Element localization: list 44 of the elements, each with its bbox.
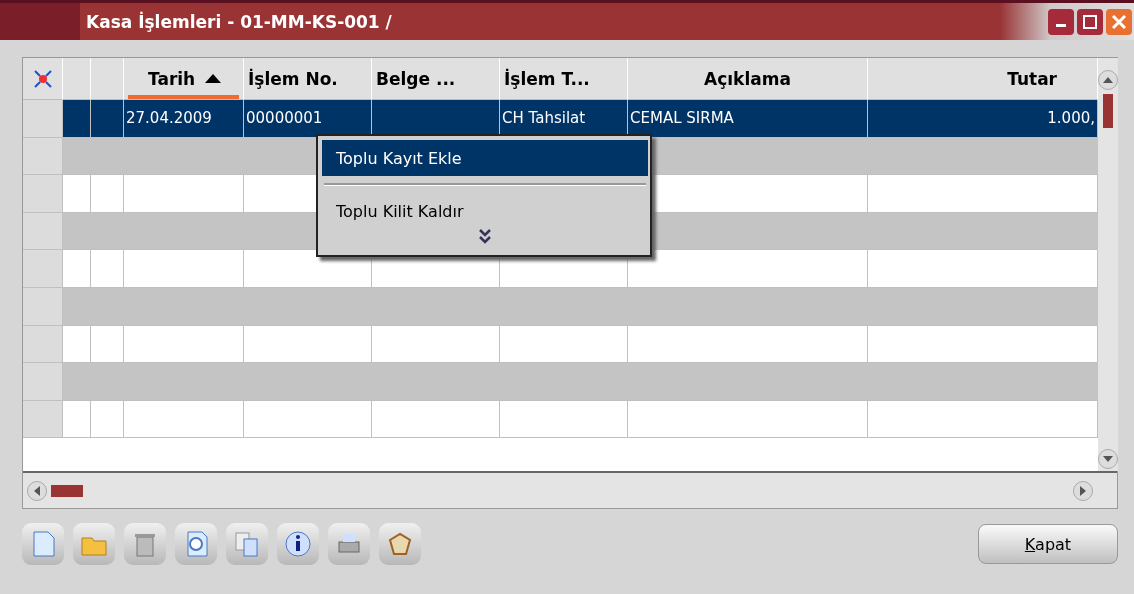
table-cell xyxy=(91,400,124,439)
row-header xyxy=(23,250,63,288)
maximize-icon xyxy=(1083,14,1097,29)
info-icon[interactable] xyxy=(277,523,319,565)
row-header xyxy=(23,400,63,439)
column-header[interactable]: İşlem No. xyxy=(244,58,372,100)
column-header[interactable]: Tarih xyxy=(124,58,244,100)
down-arrow-icon xyxy=(1103,456,1113,462)
scroll-right-button[interactable] xyxy=(1073,480,1093,501)
scroll-left-button[interactable] xyxy=(27,480,47,501)
menu-item[interactable]: Toplu Kayıt Ekle xyxy=(322,140,648,176)
table-row[interactable]: 27.04.2009 00000001 CH Tahsilat CEMAL SIRMA 1.000, xyxy=(23,100,1098,138)
vertical-scrollbar[interactable] xyxy=(1098,58,1118,471)
trash-icon[interactable] xyxy=(124,523,166,565)
left-arrow-icon xyxy=(34,485,40,496)
column-header[interactable]: İşlem T... xyxy=(500,58,628,100)
table-cell xyxy=(63,400,91,439)
row-header xyxy=(23,175,63,213)
window-title: Kasa İşlemleri - 01-MM-KS-001 / xyxy=(86,11,392,32)
sort-ascending-icon xyxy=(205,74,222,83)
scroll-thumb[interactable] xyxy=(1103,94,1113,128)
scroll-up-button[interactable] xyxy=(1098,70,1118,90)
column-header[interactable]: Belge ... xyxy=(372,58,500,100)
column-header[interactable]: Açıklama xyxy=(628,58,868,100)
close-button[interactable] xyxy=(1106,8,1132,35)
menu-item[interactable]: Toplu Kilit Kaldır xyxy=(322,193,648,229)
table-cell: 27.04.2009 xyxy=(124,100,244,138)
minimize-icon xyxy=(1056,23,1066,27)
minimize-button[interactable] xyxy=(1048,8,1074,35)
scroll-thumb[interactable] xyxy=(51,484,83,497)
up-arrow-icon xyxy=(1103,77,1113,83)
close-icon xyxy=(1112,14,1126,29)
corner-header[interactable] xyxy=(23,58,63,100)
right-arrow-icon xyxy=(1080,485,1086,496)
horizontal-scrollbar[interactable] xyxy=(23,471,1117,508)
maximize-button[interactable] xyxy=(1077,8,1103,35)
expand-icon[interactable] xyxy=(479,229,491,245)
row-header xyxy=(23,325,63,364)
printer-icon[interactable] xyxy=(328,523,370,565)
column-header[interactable]: Tutar xyxy=(868,58,1098,100)
close-window-button[interactable]: Kapat xyxy=(978,524,1118,564)
scroll-down-button[interactable] xyxy=(1098,449,1118,469)
document-search-icon[interactable] xyxy=(175,523,217,565)
collapse-icon xyxy=(32,68,53,89)
